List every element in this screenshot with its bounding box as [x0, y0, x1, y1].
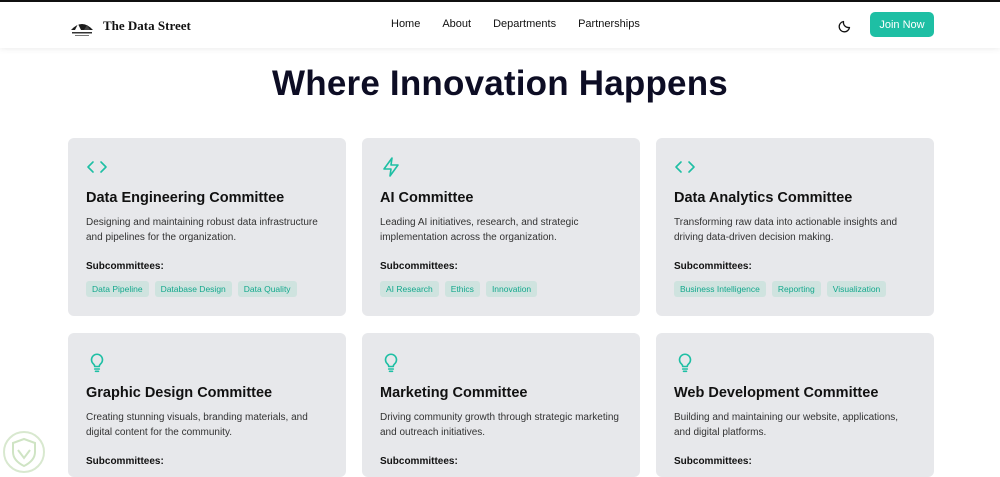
- subcommittees-label: Subcommittees:: [86, 456, 164, 467]
- committee-card-marketing[interactable]: Marketing Committee Driving community gr…: [362, 333, 640, 477]
- subcommittee-chip[interactable]: Innovation: [485, 281, 538, 297]
- subcommittee-chip[interactable]: Visualization: [826, 281, 887, 297]
- brand-name: The Data Street: [103, 18, 191, 33]
- committee-title: AI Committee: [380, 190, 474, 206]
- main-menu: Home About Departments Partnerships: [391, 18, 640, 30]
- committee-title: Marketing Committee: [380, 385, 528, 401]
- committee-card-web-development[interactable]: Web Development Committee Building and m…: [656, 333, 934, 477]
- subcommittee-chip[interactable]: Data Pipeline: [86, 281, 149, 297]
- lightning-icon: [383, 157, 399, 177]
- subcommittees-label: Subcommittees:: [380, 261, 458, 272]
- committee-description: Building and maintaining our website, ap…: [674, 412, 899, 438]
- subcommittee-list: AI Research Ethics Innovation: [380, 281, 538, 297]
- logo[interactable]: The Data Street: [69, 13, 191, 39]
- committee-title: Data Analytics Committee: [674, 190, 853, 206]
- committee-title: Data Engineering Committee: [86, 190, 285, 206]
- shield-logo-icon: [3, 431, 45, 473]
- committee-description: Designing and maintaining robust data in…: [86, 217, 318, 243]
- nav-departments[interactable]: Departments: [493, 18, 556, 30]
- lightbulb-icon: [90, 353, 104, 373]
- subcommittees-label: Subcommittees:: [674, 456, 752, 467]
- subcommittee-chip[interactable]: Database Design: [154, 281, 232, 297]
- subcommittee-chip[interactable]: Ethics: [444, 281, 480, 297]
- nav-partnerships[interactable]: Partnerships: [578, 18, 640, 30]
- committee-card-data-analytics[interactable]: Data Analytics Committee Transforming ra…: [656, 138, 934, 316]
- join-now-button[interactable]: Join Now: [870, 12, 934, 37]
- nav-about[interactable]: About: [442, 18, 471, 30]
- lightbulb-icon: [678, 353, 692, 373]
- code-icon: [87, 161, 107, 173]
- navbar: The Data Street Home About Departments P…: [0, 2, 1000, 48]
- subcommittee-chip[interactable]: Reporting: [771, 281, 821, 297]
- moon-icon[interactable]: [838, 17, 854, 33]
- committee-description: Transforming raw data into actionable in…: [674, 217, 898, 243]
- subcommittee-list: Data Pipeline Database Design Data Quali…: [86, 281, 297, 297]
- subcommittee-chip[interactable]: Business Intelligence: [674, 281, 766, 297]
- subcommittee-list: Business Intelligence Reporting Visualiz…: [674, 281, 887, 297]
- committee-description: Creating stunning visuals, branding mate…: [86, 412, 308, 438]
- subcommittees-label: Subcommittees:: [380, 456, 458, 467]
- committee-card-data-engineering[interactable]: Data Engineering Committee Designing and…: [68, 138, 346, 316]
- committee-description: Leading AI initiatives, research, and st…: [380, 217, 579, 243]
- nav-home[interactable]: Home: [391, 18, 420, 30]
- committee-description: Driving community growth through strateg…: [380, 412, 619, 438]
- page-title: Where Innovation Happens: [272, 64, 728, 103]
- subcommittee-chip[interactable]: AI Research: [380, 281, 439, 297]
- logo-icon: [71, 24, 93, 36]
- subcommittees-label: Subcommittees:: [674, 261, 752, 272]
- committee-card-graphic-design[interactable]: Graphic Design Committee Creating stunni…: [68, 333, 346, 477]
- committee-title: Web Development Committee: [674, 385, 879, 401]
- committee-title: Graphic Design Committee: [86, 385, 273, 401]
- code-icon: [675, 161, 695, 173]
- lightbulb-icon: [384, 353, 398, 373]
- subcommittees-label: Subcommittees:: [86, 261, 164, 272]
- committee-card-ai[interactable]: AI Committee Leading AI initiatives, res…: [362, 138, 640, 316]
- subcommittee-chip[interactable]: Data Quality: [237, 281, 297, 297]
